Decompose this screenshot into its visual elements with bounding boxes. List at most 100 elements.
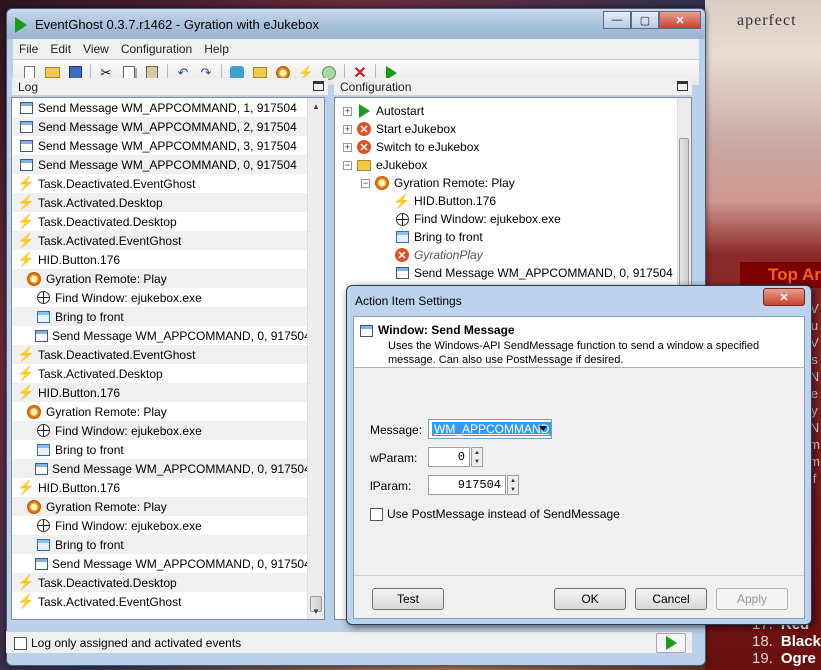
log-row-icon-slot	[35, 290, 51, 306]
menu-help[interactable]: Help	[198, 42, 235, 56]
log-row-icon-slot	[18, 157, 34, 173]
log-row[interactable]: Bring to front	[12, 440, 308, 459]
log-row[interactable]: Gyration Remote: Play	[12, 497, 308, 516]
tree-node[interactable]: Bring to front	[381, 228, 483, 246]
log-row[interactable]: Send Message WM_APPCOMMAND, 0, 917504	[12, 326, 311, 345]
log-row[interactable]: ⚡ HID.Button.176	[12, 383, 308, 402]
config-pane-maximize-icon[interactable]	[677, 81, 688, 91]
log-row[interactable]: ⚡ Task.Activated.EventGhost	[12, 592, 308, 611]
log-row[interactable]: ⚡ Task.Activated.Desktop	[12, 193, 308, 212]
tree-node-icon-slot	[394, 211, 410, 227]
dialog-close-button[interactable]: ✕	[763, 288, 805, 306]
folder-icon	[357, 159, 371, 171]
scroll-up-icon[interactable]: ▲	[308, 98, 324, 114]
log-row[interactable]: Send Message WM_APPCOMMAND, 2, 917504	[12, 117, 308, 136]
log-row[interactable]: Find Window: ejukebox.exe	[12, 421, 308, 440]
log-row[interactable]: Find Window: ejukebox.exe	[12, 516, 308, 535]
tree-node-icon-slot: ✕	[394, 247, 410, 263]
tree-node[interactable]: + Autostart	[343, 102, 424, 120]
menu-file[interactable]: File	[13, 42, 44, 56]
log-row[interactable]: Send Message WM_APPCOMMAND, 0, 917504	[12, 155, 308, 174]
log-row[interactable]: ⚡ Task.Deactivated.EventGhost	[12, 345, 308, 364]
scroll-down-icon[interactable]: ▼	[308, 603, 324, 619]
config-pane-header: Configuration	[334, 78, 692, 96]
run-button[interactable]	[656, 633, 686, 653]
log-row[interactable]: Send Message WM_APPCOMMAND, 1, 917504	[12, 98, 308, 117]
background-list-item: 19. Ogre	[752, 650, 821, 667]
message-combobox[interactable]: WM_APPCOMMAND	[428, 419, 552, 439]
log-row[interactable]: ⚡ Task.Deactivated.Desktop	[12, 573, 308, 592]
close-button[interactable]: ✕	[659, 11, 701, 29]
ok-button[interactable]: OK	[554, 588, 626, 610]
log-row[interactable]: Send Message WM_APPCOMMAND, 3, 917504	[12, 136, 308, 155]
minimize-button[interactable]: —	[603, 11, 631, 29]
expand-icon[interactable]: +	[343, 106, 352, 116]
send-message-icon	[19, 139, 33, 152]
wparam-field[interactable]: 0	[428, 447, 470, 467]
log-row[interactable]: ⚡ Task.Deactivated.Desktop	[12, 212, 308, 231]
tree-node[interactable]: ⚡ HID.Button.176	[381, 192, 496, 210]
event-bolt-icon: ⚡	[17, 365, 35, 381]
log-row[interactable]: Find Window: ejukebox.exe	[12, 288, 308, 307]
tree-node[interactable]: ✕ GyrationPlay	[381, 246, 483, 264]
log-row[interactable]: Send Message WM_APPCOMMAND, 0, 917504	[12, 554, 311, 573]
collapse-icon[interactable]: −	[343, 160, 352, 170]
chevron-down-icon[interactable]	[539, 426, 547, 431]
post-message-checkbox[interactable]	[370, 507, 383, 521]
log-row-icon-slot	[35, 537, 51, 553]
background-brand-text: aperfect	[737, 12, 797, 29]
background-list-number: 19.	[752, 650, 773, 667]
log-only-checkbox[interactable]	[14, 636, 27, 650]
test-button[interactable]: Test	[372, 588, 444, 610]
log-row-text: HID.Button.176	[38, 480, 121, 495]
send-message-icon	[19, 120, 33, 133]
log-pane-maximize-icon[interactable]	[313, 81, 324, 91]
tree-node[interactable]: Send Message WM_APPCOMMAND, 0, 917504	[381, 264, 673, 282]
log-row-text: Gyration Remote: Play	[46, 271, 167, 286]
log-row[interactable]: ⚡ Task.Activated.EventGhost	[12, 231, 308, 250]
log-row-icon-slot	[35, 423, 51, 439]
log-row-icon-slot	[26, 499, 42, 515]
log-pane[interactable]: Send Message WM_APPCOMMAND, 1, 917504 Sen…	[11, 97, 325, 620]
macro-gear-icon	[27, 271, 41, 286]
menu-edit[interactable]: Edit	[44, 42, 77, 56]
lparam-field[interactable]: 917504	[428, 475, 506, 495]
log-row[interactable]: Bring to front	[12, 535, 308, 554]
expand-icon[interactable]: +	[343, 124, 352, 134]
window-title: EventGhost 0.3.7.r1462 - Gyration with e…	[35, 17, 319, 32]
maximize-button[interactable]: ▢	[631, 11, 659, 29]
lparam-spinner[interactable]: ▲ ▼	[507, 475, 519, 495]
tree-node[interactable]: + ✕ Start eJukebox	[343, 120, 456, 138]
tree-node[interactable]: + ✕ Switch to eJukebox	[343, 138, 479, 156]
log-row[interactable]: ⚡ Task.Deactivated.EventGhost	[12, 174, 308, 193]
log-row[interactable]: Gyration Remote: Play	[12, 269, 308, 288]
bring-to-front-icon	[36, 538, 50, 551]
menu-configuration[interactable]: Configuration	[115, 42, 198, 56]
log-only-checkbox-row: Log only assigned and activated events	[14, 636, 241, 650]
tree-node[interactable]: − Gyration Remote: Play	[361, 174, 515, 192]
log-row[interactable]: ⚡ HID.Button.176	[12, 250, 308, 269]
collapse-icon[interactable]: −	[361, 178, 370, 188]
expand-icon[interactable]: +	[343, 142, 352, 152]
tree-node[interactable]: − eJukebox	[343, 156, 427, 174]
cancel-button[interactable]: Cancel	[635, 588, 707, 610]
log-row-icon-slot: ⚡	[17, 365, 35, 382]
log-row-text: Task.Deactivated.EventGhost	[38, 347, 196, 362]
macro-gear-icon	[375, 176, 389, 190]
log-row[interactable]: Bring to front	[12, 307, 308, 326]
tree-node[interactable]: Find Window: ejukebox.exe	[381, 210, 561, 228]
menu-bar: File Edit View Configuration Help	[13, 39, 699, 59]
log-row[interactable]: ⚡ HID.Button.176	[12, 478, 308, 497]
wparam-spinner[interactable]: ▲ ▼	[471, 447, 483, 467]
log-row[interactable]: Gyration Remote: Play	[12, 402, 308, 421]
log-row[interactable]: Send Message WM_APPCOMMAND, 0, 917504	[12, 459, 311, 478]
apply-button[interactable]: Apply	[716, 588, 788, 610]
background-list-text: Ogre	[780, 650, 816, 667]
find-window-crosshair-icon	[395, 212, 409, 226]
title-bar[interactable]: EventGhost 0.3.7.r1462 - Gyration with e…	[7, 9, 705, 39]
log-row[interactable]: ⚡ Task.Activated.Desktop	[12, 364, 308, 383]
menu-view[interactable]: View	[77, 42, 115, 56]
log-scrollbar[interactable]: ▲ ▼	[307, 98, 324, 619]
event-bolt-icon: ⚡	[17, 593, 35, 609]
config-pane-title: Configuration	[340, 80, 412, 94]
